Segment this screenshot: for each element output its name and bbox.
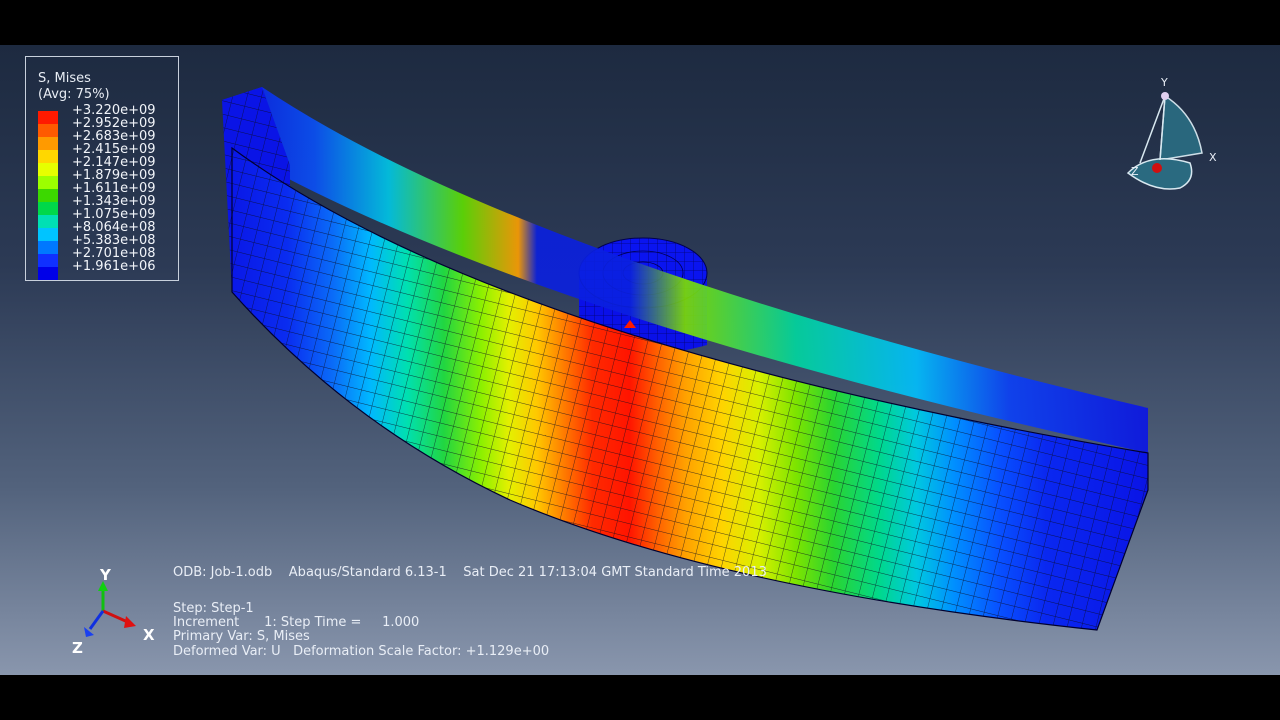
view-y-label: Y xyxy=(1161,76,1168,89)
legend-swatch xyxy=(38,150,58,163)
legend-subtitle: (Avg: 75%) xyxy=(38,87,110,102)
legend-swatch xyxy=(38,163,58,176)
legend-swatch xyxy=(38,215,58,228)
view-z-label: Z xyxy=(1131,165,1139,178)
legend-swatch xyxy=(38,176,58,189)
triad-x-label: X xyxy=(143,626,155,644)
model-view[interactable] xyxy=(0,45,1280,675)
legend-swatch xyxy=(38,124,58,137)
increment-info: Increment 1: Step Time = 1.000 xyxy=(173,615,420,630)
triad-y-label: Y xyxy=(100,566,111,584)
viewport-canvas[interactable]: S, Mises (Avg: 75%) +3.220e+09 +2.952e+09… xyxy=(0,45,1280,675)
triad-z-label: Z xyxy=(72,639,83,657)
legend-swatch xyxy=(38,111,58,124)
legend-swatch xyxy=(38,189,58,202)
legend-swatch xyxy=(38,137,58,150)
deformed-var-info: Deformed Var: U Deformation Scale Factor… xyxy=(173,644,550,659)
legend-swatch xyxy=(38,267,58,280)
legend-swatch xyxy=(38,202,58,215)
legend-swatch xyxy=(38,241,58,254)
view-x-label: X xyxy=(1209,151,1217,164)
odb-info: ODB: Job-1.odb Abaqus/Standard 6.13-1 Sa… xyxy=(173,565,767,580)
legend-title: S, Mises xyxy=(38,71,91,86)
application-window: S, Mises (Avg: 75%) +3.220e+09 +2.952e+09… xyxy=(0,0,1280,720)
legend-swatch xyxy=(38,254,58,267)
step-info: Step: Step-1 xyxy=(173,601,254,616)
legend-value: +1.961e+06 xyxy=(72,259,156,274)
legend-swatch xyxy=(38,228,58,241)
primary-var-info: Primary Var: S, Mises xyxy=(173,629,310,644)
contour-legend: S, Mises (Avg: 75%) +3.220e+09 +2.952e+09… xyxy=(25,56,179,281)
